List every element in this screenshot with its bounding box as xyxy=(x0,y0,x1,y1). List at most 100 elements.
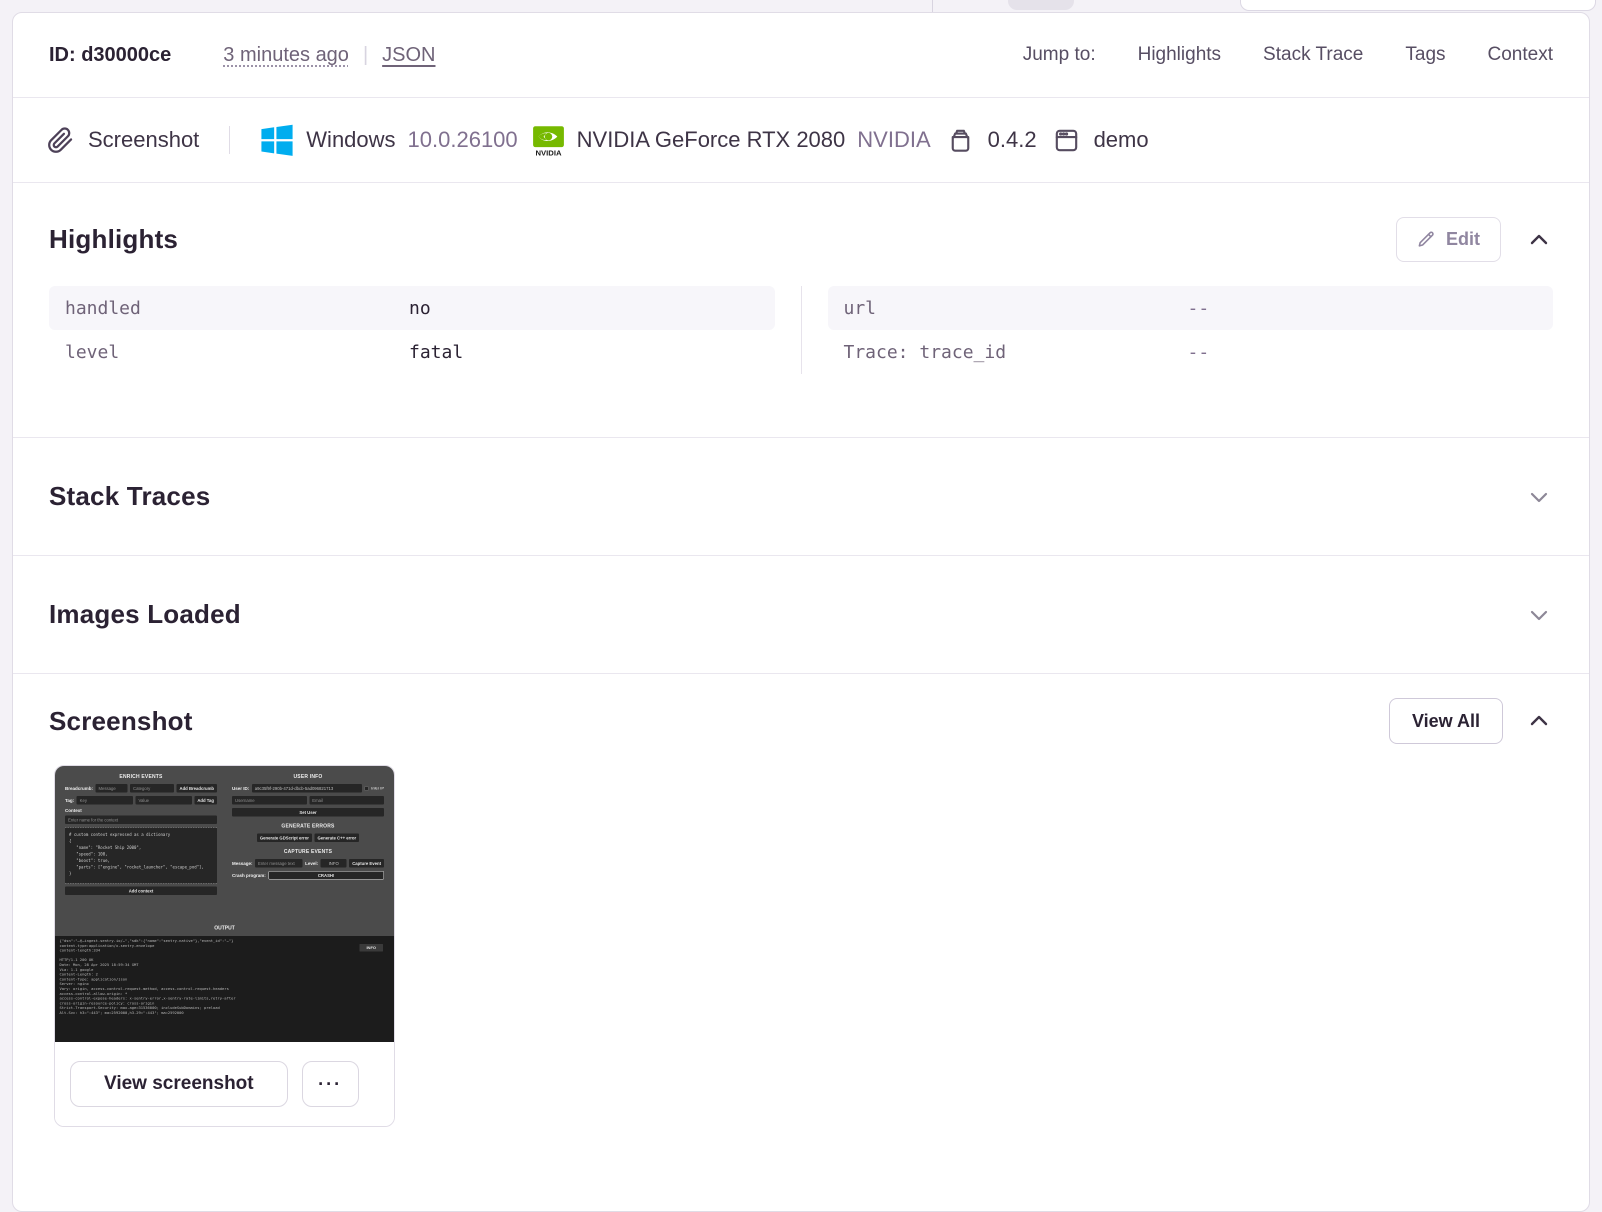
thumb-context-label: Context xyxy=(65,808,82,813)
svg-text:NVIDIA: NVIDIA xyxy=(535,148,562,157)
highlights-section: Highlights Edit handled no level fatal u… xyxy=(13,183,1589,438)
view-all-button[interactable]: View All xyxy=(1388,698,1503,744)
cutoff-divider xyxy=(932,0,933,12)
jump-link-context[interactable]: Context xyxy=(1488,44,1553,66)
screenshot-thumbnail[interactable]: ENRICH EVENTS Breadcrumb: Message Catego… xyxy=(55,766,394,1042)
thumb-tag-label: Tag: xyxy=(65,797,75,803)
os-version: 10.0.26100 xyxy=(407,127,518,152)
highlight-row-url: url -- xyxy=(827,286,1553,330)
thumb-breadcrumb-label: Breadcrumb: xyxy=(65,785,94,791)
images-loaded-section: Images Loaded xyxy=(13,556,1589,674)
thumb-capture-events-title: CAPTURE EVENTS xyxy=(283,849,333,855)
screenshot-card: ENRICH EVENTS Breadcrumb: Message Catego… xyxy=(54,765,395,1127)
release-context: 0.4.2 xyxy=(945,125,1037,156)
thumb-gdscript-error-button: Generate GDScript error xyxy=(256,833,312,842)
event-id: ID: d30000ce xyxy=(49,43,172,66)
chevron-up-icon xyxy=(1530,715,1548,726)
jump-link-tags[interactable]: Tags xyxy=(1405,44,1445,66)
thumb-context-code: # custom context expressed as a dictiona… xyxy=(65,827,217,884)
stack-traces-title: Stack Traces xyxy=(49,481,211,511)
screenshot-card-actions: View screenshot ··· xyxy=(55,1042,394,1126)
thumb-add-context-button: Add context xyxy=(65,886,217,895)
context-bar: Screenshot Windows 10.0.26100 NVIDIA NVI… xyxy=(13,98,1589,183)
chevron-up-icon xyxy=(1530,234,1548,244)
highlight-value: -- xyxy=(1187,341,1210,363)
thumb-cpp-error-button: Generate C++ error xyxy=(314,833,360,842)
highlight-row-level: level fatal xyxy=(49,330,775,374)
screenshot-more-button[interactable]: ··· xyxy=(301,1061,359,1107)
thumb-crash-button: CRASH! xyxy=(268,871,384,880)
thumb-context-name-input: Enter name for the context xyxy=(65,815,217,824)
highlight-key: url xyxy=(843,297,877,319)
app-name: demo xyxy=(1093,127,1149,152)
event-time-ago[interactable]: 3 minutes ago xyxy=(223,44,349,67)
jump-link-highlights[interactable]: Highlights xyxy=(1138,44,1221,66)
gpu-name: NVIDIA GeForce RTX 2080 xyxy=(576,127,846,152)
thumb-log-text: {"dsn":"…@…ingest.sentry.io/…","sdk":{"n… xyxy=(59,938,236,1015)
thumb-user-info-panel: USER INFO User ID: a9c35f9f-290b-471d-db… xyxy=(232,771,384,899)
thumb-tag-key-input: Key xyxy=(76,796,133,805)
thumb-email-input: Email xyxy=(309,796,384,805)
images-loaded-title: Images Loaded xyxy=(49,599,241,629)
highlight-value: fatal xyxy=(409,341,464,363)
cutoff-pill xyxy=(1008,0,1074,10)
highlight-row-handled: handled no xyxy=(49,286,775,330)
thumb-info-badge: INFO xyxy=(359,944,383,952)
chevron-down-icon xyxy=(1530,492,1548,502)
event-header: ID: d30000ce 3 minutes ago | JSON Jump t… xyxy=(13,13,1589,98)
stack-traces-section: Stack Traces xyxy=(13,438,1589,556)
highlights-right-column: url -- Trace: trace_id -- xyxy=(827,286,1553,374)
highlights-column-divider xyxy=(800,286,802,374)
thumb-crash-label: Crash program: xyxy=(232,872,266,878)
windows-logo-icon xyxy=(260,123,294,157)
edit-highlights-button[interactable]: Edit xyxy=(1396,217,1501,262)
highlights-title: Highlights xyxy=(49,224,179,254)
edit-button-label: Edit xyxy=(1446,229,1480,249)
thumb-message-input: Enter message text xyxy=(255,859,303,868)
thumb-infer-ip-checkbox xyxy=(364,786,369,791)
chevron-down-icon xyxy=(1530,610,1548,620)
header-separator: | xyxy=(362,43,369,66)
thumb-add-breadcrumb-button: Add Breadcrumb xyxy=(176,784,217,793)
attachment-screenshot-label[interactable]: Screenshot xyxy=(88,127,199,153)
screenshot-title: Screenshot xyxy=(49,705,193,736)
thumb-breadcrumb-message-input: Message xyxy=(95,784,128,793)
highlight-value: -- xyxy=(1187,297,1210,319)
thumb-enrich-events-panel: ENRICH EVENTS Breadcrumb: Message Catego… xyxy=(65,771,217,899)
highlight-value: no xyxy=(409,297,431,319)
thumbnail-content: ENRICH EVENTS Breadcrumb: Message Catego… xyxy=(55,766,394,1042)
highlight-key: Trace: trace_id xyxy=(843,341,1007,363)
os-name: Windows xyxy=(306,127,396,152)
thumb-output-title: OUTPUT xyxy=(214,925,235,932)
jump-to-label: Jump to: xyxy=(1022,44,1096,65)
thumb-username-input: Username xyxy=(232,796,307,805)
paperclip-icon xyxy=(47,126,74,154)
thumb-user-id-label: User ID: xyxy=(232,785,250,791)
nvidia-logo-icon: NVIDIA xyxy=(532,124,565,157)
images-loaded-expand-button[interactable] xyxy=(1525,601,1553,629)
release-version: 0.4.2 xyxy=(987,127,1037,152)
jump-to-nav: Jump to: Highlights Stack Trace Tags Con… xyxy=(1023,44,1553,66)
context-bar-divider xyxy=(229,126,231,154)
jump-link-stack-trace[interactable]: Stack Trace xyxy=(1263,44,1363,66)
thumb-add-tag-button: Add Tag xyxy=(194,796,217,805)
stack-traces-expand-button[interactable] xyxy=(1525,483,1553,511)
thumb-level-label: Level: xyxy=(305,860,319,866)
highlights-collapse-button[interactable] xyxy=(1525,226,1553,254)
cutoff-panel xyxy=(1240,0,1596,11)
thumb-enrich-title: ENRICH EVENTS xyxy=(119,774,163,780)
thumb-capture-event-button: Capture Event xyxy=(349,859,384,868)
highlights-table: handled no level fatal url -- Trace: tra… xyxy=(49,286,1553,374)
thumb-output-log: {"dsn":"…@…ingest.sentry.io/…","sdk":{"n… xyxy=(55,936,394,1042)
thumb-infer-ip-label: Infer IP xyxy=(371,786,384,791)
app-context: demo xyxy=(1051,125,1149,156)
release-box-icon xyxy=(945,125,976,156)
highlight-key: handled xyxy=(65,297,141,319)
screenshot-section: Screenshot View All ENRICH EVENTS Breadc… xyxy=(13,674,1589,1127)
thumb-breadcrumb-category-input: Category xyxy=(130,784,175,793)
view-screenshot-button[interactable]: View screenshot xyxy=(70,1061,288,1107)
thumb-tag-value-input: Value xyxy=(135,796,192,805)
screenshot-collapse-button[interactable] xyxy=(1525,707,1553,735)
json-link[interactable]: JSON xyxy=(382,44,435,67)
thumb-user-id-input: a9c35f9f-290b-471d-dbcb-5ad096821713 xyxy=(251,784,363,793)
